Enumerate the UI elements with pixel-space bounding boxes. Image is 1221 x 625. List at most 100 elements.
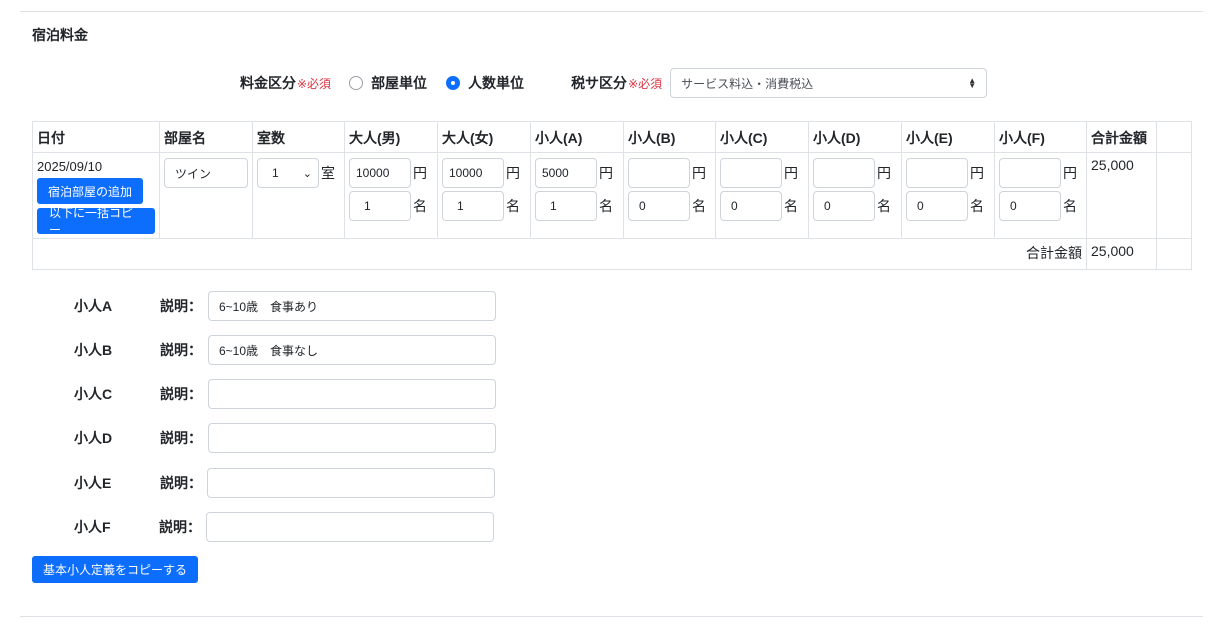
price-type-label: 料金区分	[240, 75, 296, 91]
header-empty	[1156, 121, 1192, 153]
child-a-desc-input[interactable]: 6~10歳 食事あり	[208, 291, 496, 321]
desc-label: 説明：	[159, 519, 201, 535]
top-divider	[20, 11, 1203, 12]
person-unit: 名	[413, 198, 427, 214]
person-unit: 名	[692, 198, 706, 214]
child-b-count-input[interactable]: 0	[628, 191, 690, 221]
header-room-name: 部屋名	[159, 121, 253, 153]
footer-label-cell: 合計金額	[32, 238, 1087, 270]
desc-label: 説明：	[160, 475, 202, 491]
bottom-divider	[20, 616, 1203, 617]
child-c-desc-input[interactable]	[208, 379, 496, 409]
child-e-desc-input[interactable]	[207, 468, 495, 498]
child-b-desc-input[interactable]: 6~10歳 食事なし	[208, 335, 496, 365]
person-unit: 名	[506, 198, 520, 214]
radio-room-unit-label[interactable]: 部屋単位	[371, 73, 427, 93]
radio-room-unit[interactable]: 部屋単位	[349, 73, 427, 93]
header-child-e: 小人(E)	[901, 121, 995, 153]
section-title: 宿泊料金	[32, 27, 88, 43]
header-adult-female: 大人(女)	[437, 121, 531, 153]
child-a-label: 小人A	[74, 298, 113, 314]
radio-person-unit-label[interactable]: 人数単位	[468, 73, 524, 93]
table-header-row: 日付 部屋名 室数 大人(男) 大人(女) 小人(A) 小人(B) 小人(C) …	[32, 121, 1192, 153]
date-cell: 2025/09/10 宿泊部屋の追加 以下に一括コピー	[32, 152, 160, 239]
room-name-input[interactable]: ツイン	[164, 158, 248, 188]
child-d-count-input[interactable]: 0	[813, 191, 875, 221]
table-row: 2025/09/10 宿泊部屋の追加 以下に一括コピー ツイン 1 ⌄ 室 10…	[32, 152, 1192, 239]
child-e-price-input[interactable]	[906, 158, 968, 188]
header-child-f: 小人(F)	[994, 121, 1087, 153]
child-e-cell: 円 0名	[901, 152, 995, 239]
child-a-cell: 5000 円 1名	[530, 152, 624, 239]
copy-below-button[interactable]: 以下に一括コピー	[37, 206, 155, 237]
yen-unit: 円	[970, 165, 984, 181]
header-child-d: 小人(D)	[808, 121, 902, 153]
person-unit: 名	[970, 198, 984, 214]
adult-male-price-input[interactable]: 10000	[349, 158, 411, 188]
child-e-label: 小人E	[74, 475, 112, 491]
child-desc-row-c: 小人C 説明：	[74, 379, 496, 409]
date-text: 2025/09/10	[37, 159, 103, 174]
radio-checked-icon[interactable]	[446, 76, 461, 90]
rates-table: 日付 部屋名 室数 大人(男) 大人(女) 小人(A) 小人(B) 小人(C) …	[32, 121, 1192, 270]
header-room-count: 室数	[252, 121, 345, 153]
footer-total: 25,000	[1091, 243, 1134, 259]
row-empty-cell	[1156, 152, 1192, 239]
header-child-c: 小人(C)	[715, 121, 809, 153]
footer-total-cell: 25,000	[1086, 238, 1157, 270]
child-d-price-input[interactable]	[813, 158, 875, 188]
adult-female-price-input[interactable]: 10000	[442, 158, 504, 188]
pricing-options-row: 料金区分 ※必須 部屋単位 人数単位 税サ区分 ※必須 サービス料込・消費税込 …	[240, 68, 988, 98]
yen-unit: 円	[1063, 165, 1077, 181]
copy-child-defaults-button[interactable]: 基本小人定義をコピーする	[32, 556, 199, 583]
person-unit: 名	[1063, 198, 1077, 214]
child-desc-row-e: 小人E 説明：	[74, 468, 495, 498]
child-c-label: 小人C	[74, 386, 113, 402]
child-desc-row-a: 小人A 説明： 6~10歳 食事あり	[74, 291, 496, 321]
child-f-count-input[interactable]: 0	[999, 191, 1061, 221]
child-f-cell: 円 0名	[994, 152, 1087, 239]
tax-type-label: 税サ区分	[571, 75, 628, 91]
child-f-price-input[interactable]	[999, 158, 1061, 188]
child-a-count-input[interactable]: 1	[535, 191, 597, 221]
tax-type-select[interactable]: サービス料込・消費税込 ▲ ▼	[670, 68, 988, 98]
adult-female-count-input[interactable]: 1	[442, 191, 504, 221]
table-footer-row: 合計金額 25,000	[32, 238, 1192, 270]
row-total: 25,000	[1091, 157, 1134, 173]
child-f-desc-input[interactable]	[206, 512, 494, 542]
person-unit: 名	[599, 198, 613, 214]
person-unit: 名	[784, 198, 798, 214]
header-child-b: 小人(B)	[623, 121, 716, 153]
room-count-select[interactable]: 1 ⌄	[257, 158, 319, 188]
adult-male-count-input[interactable]: 1	[349, 191, 411, 221]
child-desc-row-b: 小人B 説明： 6~10歳 食事なし	[74, 335, 496, 365]
child-d-label: 小人D	[74, 430, 113, 446]
header-child-a: 小人(A)	[530, 121, 624, 153]
add-room-button[interactable]: 宿泊部屋の追加	[37, 178, 144, 204]
adult-male-cell: 10000 円 1名	[344, 152, 438, 239]
child-e-count-input[interactable]: 0	[906, 191, 968, 221]
radio-unchecked-icon[interactable]	[349, 76, 364, 90]
child-c-price-input[interactable]	[720, 158, 782, 188]
header-adult-male: 大人(男)	[344, 121, 438, 153]
select-arrows-icon: ▲ ▼	[968, 76, 977, 90]
child-b-cell: 円 0名	[623, 152, 716, 239]
yen-unit: 円	[877, 165, 891, 181]
footer-total-label: 合計金額	[1026, 245, 1082, 261]
child-c-count-input[interactable]: 0	[720, 191, 782, 221]
row-total-cell: 25,000	[1086, 152, 1157, 239]
radio-person-unit[interactable]: 人数単位	[446, 73, 524, 93]
child-desc-row-f: 小人F 説明：	[74, 512, 494, 542]
child-d-desc-input[interactable]	[208, 423, 496, 453]
price-type-required: ※必須	[297, 76, 332, 91]
child-a-price-input[interactable]: 5000	[535, 158, 597, 188]
child-f-label: 小人F	[74, 519, 111, 535]
child-b-price-input[interactable]	[628, 158, 690, 188]
tax-type-value: サービス料込・消費税込	[681, 76, 814, 91]
chevron-down-icon: ⌄	[302, 167, 312, 180]
child-b-label: 小人B	[74, 342, 113, 358]
room-count-value: 1	[272, 166, 279, 180]
desc-label: 説明：	[160, 386, 202, 402]
child-desc-row-d: 小人D 説明：	[74, 423, 496, 453]
yen-unit: 円	[413, 165, 427, 181]
